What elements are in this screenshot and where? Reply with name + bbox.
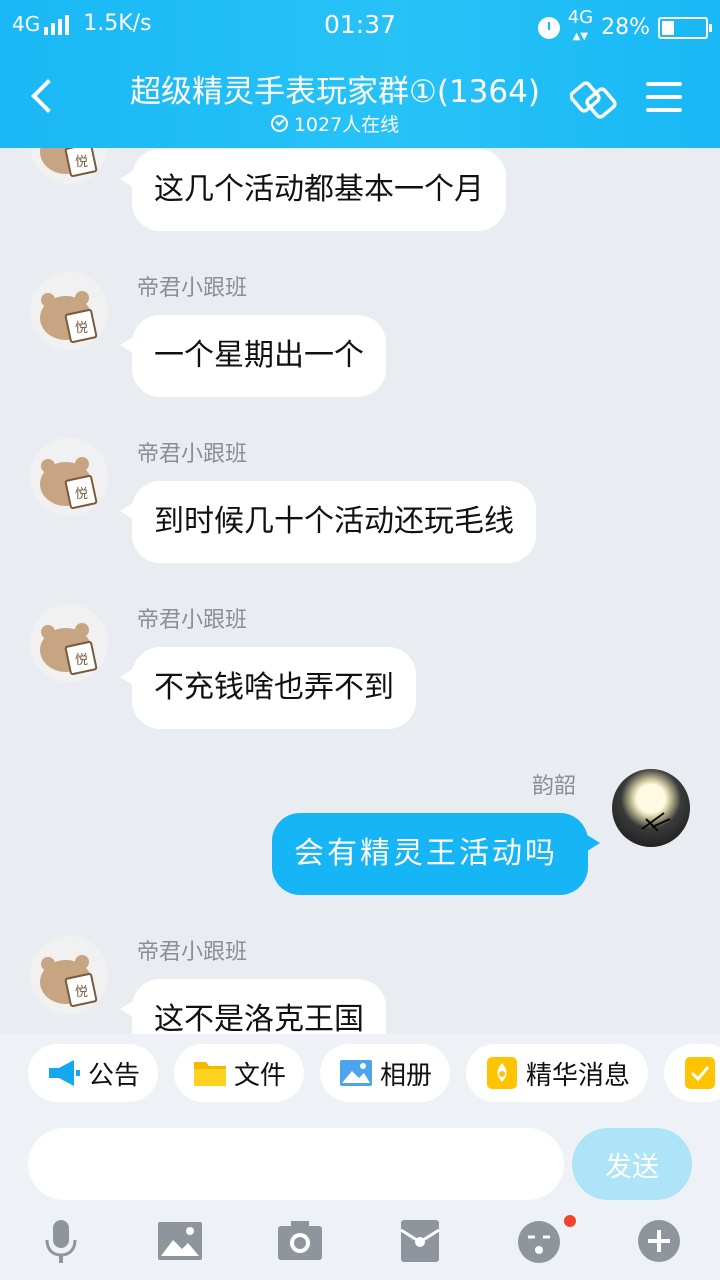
notification-dot (564, 1215, 576, 1227)
link-icon (569, 81, 617, 119)
shortcut-announcement[interactable]: 公告 (28, 1044, 159, 1102)
message-bubble[interactable]: 这不是洛克王国 (120, 979, 386, 1034)
svg-text:悦: 悦 (75, 155, 88, 170)
bear-avatar-icon: 悦 (40, 623, 98, 676)
battery-percent: 28% (601, 15, 650, 40)
camera-button[interactable] (277, 1218, 323, 1264)
online-check-icon (270, 115, 288, 132)
svg-text:悦: 悦 (75, 985, 88, 1000)
moon-bamboo-avatar-icon (641, 812, 671, 832)
group-title: 超级精灵手表玩家群①(1364) (130, 74, 540, 110)
battery-icon (658, 16, 712, 39)
camera-icon (278, 1221, 322, 1260)
shortcut-essence[interactable]: 精华消息 (466, 1044, 649, 1102)
avatar[interactable] (612, 769, 690, 847)
sender-name: 帝君小跟班 (137, 276, 248, 301)
input-row: 发送 (28, 1128, 692, 1200)
message-bubble[interactable]: 不充钱啥也弄不到 (120, 647, 416, 729)
shortcut-bar[interactable]: 公告 文件 相册 精华消息 (28, 1044, 720, 1102)
message-bubble[interactable]: 这几个活动都基本一个月 (120, 149, 506, 231)
microphone-icon (45, 1220, 77, 1263)
megaphone-icon (49, 1060, 80, 1086)
emoji-button[interactable] (516, 1215, 576, 1264)
avatar[interactable]: 悦 (30, 604, 108, 682)
image-icon (158, 1222, 202, 1260)
online-count: 1027人在线 (100, 110, 570, 137)
message-list[interactable]: 悦 这几个活动都基本一个月 悦 帝君小跟班 一个星期出一个 悦 帝君小跟班 到时… (0, 148, 720, 1034)
avatar[interactable]: 悦 (30, 438, 108, 516)
svg-text:悦: 悦 (75, 487, 88, 502)
bear-avatar-icon: 悦 (40, 955, 98, 1008)
album-icon (340, 1060, 373, 1086)
input-panel: 公告 文件 相册 精华消息 发送 (0, 1034, 720, 1280)
back-button[interactable] (30, 78, 56, 118)
svg-text:悦: 悦 (75, 653, 88, 668)
folder-icon (194, 1062, 227, 1086)
checklist-icon (685, 1057, 716, 1089)
sender-name: 帝君小跟班 (137, 442, 248, 467)
shortcut-label: 文件 (234, 1060, 287, 1091)
message-input[interactable] (28, 1128, 564, 1200)
shortcut-label: 公告 (88, 1060, 141, 1091)
shortcut-album[interactable]: 相册 (320, 1044, 451, 1102)
message-bubble[interactable]: 一个星期出一个 (120, 315, 386, 397)
status-bar: 4G 1.5K/s 01:37 4G ▲▼ 28% (0, 0, 720, 50)
message-bubble[interactable]: 会有精灵王活动吗 (272, 813, 600, 895)
share-link-button[interactable] (569, 78, 618, 122)
hamburger-icon (646, 82, 682, 112)
more-button[interactable] (636, 1218, 682, 1264)
shortcut-label: 相册 (380, 1060, 433, 1091)
avatar[interactable]: 悦 (30, 148, 108, 184)
bear-avatar-icon: 悦 (40, 148, 98, 178)
svg-text:悦: 悦 (75, 321, 88, 336)
online-count-text: 1027人在线 (293, 114, 400, 136)
input-toolbar (0, 1214, 720, 1274)
bear-avatar-icon: 悦 (40, 291, 98, 344)
menu-button[interactable] (646, 82, 682, 114)
alarm-icon (537, 16, 560, 39)
sender-name: 韵韶 (532, 774, 577, 799)
red-packet-button[interactable] (397, 1218, 443, 1264)
bear-avatar-icon: 悦 (40, 457, 98, 510)
message-bubble[interactable]: 到时候几十个活动还玩毛线 (120, 481, 536, 563)
shortcut-label: 精华消息 (526, 1060, 631, 1091)
red-packet-icon (400, 1220, 440, 1262)
voice-button[interactable] (38, 1218, 84, 1264)
avatar[interactable]: 悦 (30, 272, 108, 350)
plus-circle-icon (638, 1220, 680, 1262)
network-4g-icon: 4G ▲▼ (567, 7, 594, 43)
sender-name: 帝君小跟班 (137, 940, 248, 965)
essence-icon (487, 1057, 518, 1089)
shortcut-files[interactable]: 文件 (174, 1044, 305, 1102)
image-button[interactable] (157, 1218, 203, 1264)
emoji-icon (518, 1221, 560, 1263)
avatar[interactable]: 悦 (30, 936, 108, 1014)
chat-header: 4G 1.5K/s 01:37 4G ▲▼ 28% 超级精灵手表玩家群①(1364… (0, 0, 720, 148)
send-button[interactable]: 发送 (572, 1128, 692, 1200)
shortcut-more[interactable] (664, 1044, 720, 1102)
sender-name: 帝君小跟班 (137, 608, 248, 633)
